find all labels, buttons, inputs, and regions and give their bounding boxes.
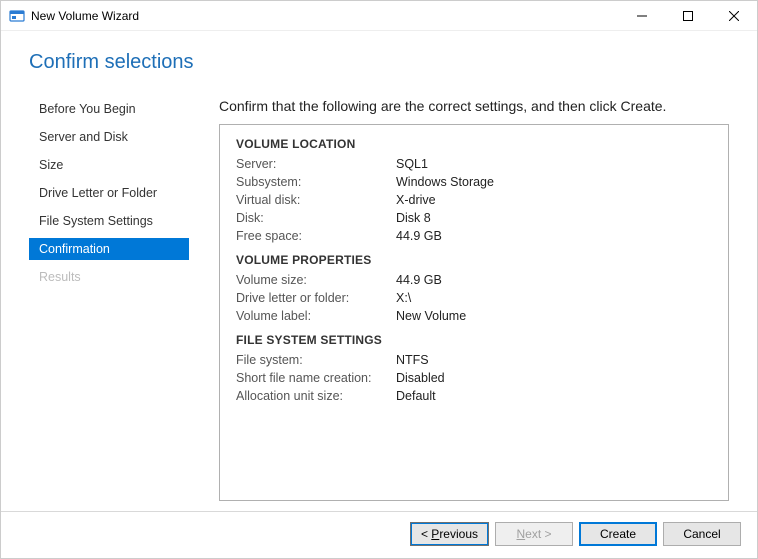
- setting-label: Free space:: [236, 229, 396, 243]
- wizard-window: New Volume Wizard Confirm selections Bef…: [0, 0, 758, 559]
- page-title: Confirm selections: [29, 51, 729, 74]
- nav-item-drive-letter-or-folder[interactable]: Drive Letter or Folder: [29, 182, 189, 204]
- setting-row: Disk:Disk 8: [236, 211, 712, 225]
- nav-item-results: Results: [29, 266, 189, 288]
- setting-label: Virtual disk:: [236, 193, 396, 207]
- section-title: VOLUME PROPERTIES: [236, 253, 712, 267]
- wizard-main: Confirm that the following are the corre…: [189, 98, 729, 501]
- setting-label: Disk:: [236, 211, 396, 225]
- setting-value: SQL1: [396, 157, 428, 171]
- cancel-button[interactable]: Cancel: [663, 522, 741, 546]
- setting-row: Free space:44.9 GB: [236, 229, 712, 243]
- setting-value: X:\: [396, 291, 411, 305]
- setting-row: Allocation unit size:Default: [236, 389, 712, 403]
- setting-row: Volume label:New Volume: [236, 309, 712, 323]
- setting-value: New Volume: [396, 309, 466, 323]
- wizard-nav: Before You Begin Server and Disk Size Drive…: [29, 98, 189, 501]
- setting-value: X-drive: [396, 193, 436, 207]
- setting-value: Default: [396, 389, 436, 403]
- wizard-body: Before You Begin Server and Disk Size Drive…: [29, 98, 729, 501]
- setting-label: Short file name creation:: [236, 371, 396, 385]
- setting-value: NTFS: [396, 353, 429, 367]
- nav-item-file-system-settings[interactable]: File System Settings: [29, 210, 189, 232]
- btn-text: Cancel: [683, 527, 720, 541]
- title-bar: New Volume Wizard: [1, 1, 757, 31]
- btn-text: Create: [600, 527, 636, 541]
- btn-text: Next >: [516, 527, 551, 541]
- setting-label: Drive letter or folder:: [236, 291, 396, 305]
- nav-item-server-and-disk[interactable]: Server and Disk: [29, 126, 189, 148]
- setting-row: Subsystem:Windows Storage: [236, 175, 712, 189]
- setting-label: Volume size:: [236, 273, 396, 287]
- next-button: Next >: [495, 522, 573, 546]
- nav-item-confirmation[interactable]: Confirmation: [29, 238, 189, 260]
- section-title: FILE SYSTEM SETTINGS: [236, 333, 712, 347]
- minimize-button[interactable]: [619, 1, 665, 31]
- setting-value: 44.9 GB: [396, 229, 442, 243]
- setting-label: Volume label:: [236, 309, 396, 323]
- setting-label: Server:: [236, 157, 396, 171]
- setting-row: Virtual disk:X-drive: [236, 193, 712, 207]
- setting-value: Disabled: [396, 371, 445, 385]
- window-title: New Volume Wizard: [31, 9, 619, 23]
- setting-value: Disk 8: [396, 211, 431, 225]
- setting-label: Allocation unit size:: [236, 389, 396, 403]
- instruction-text: Confirm that the following are the corre…: [219, 98, 729, 114]
- nav-item-before-you-begin[interactable]: Before You Begin: [29, 98, 189, 120]
- setting-row: Short file name creation:Disabled: [236, 371, 712, 385]
- setting-label: Subsystem:: [236, 175, 396, 189]
- content-area: Confirm selections Before You Begin Serve…: [1, 31, 757, 511]
- app-icon: [9, 8, 25, 24]
- setting-label: File system:: [236, 353, 396, 367]
- setting-value: Windows Storage: [396, 175, 494, 189]
- setting-value: 44.9 GB: [396, 273, 442, 287]
- section-title: VOLUME LOCATION: [236, 137, 712, 151]
- setting-row: File system:NTFS: [236, 353, 712, 367]
- maximize-button[interactable]: [665, 1, 711, 31]
- previous-button[interactable]: < Previous: [410, 522, 489, 546]
- close-button[interactable]: [711, 1, 757, 31]
- wizard-footer: < Previous Next > Create Cancel: [1, 511, 757, 558]
- setting-row: Server:SQL1: [236, 157, 712, 171]
- settings-panel: VOLUME LOCATIONServer:SQL1Subsystem:Wind…: [219, 124, 729, 501]
- nav-item-size[interactable]: Size: [29, 154, 189, 176]
- create-button[interactable]: Create: [579, 522, 657, 546]
- setting-row: Drive letter or folder:X:\: [236, 291, 712, 305]
- btn-text: < Previous: [421, 527, 478, 541]
- setting-row: Volume size:44.9 GB: [236, 273, 712, 287]
